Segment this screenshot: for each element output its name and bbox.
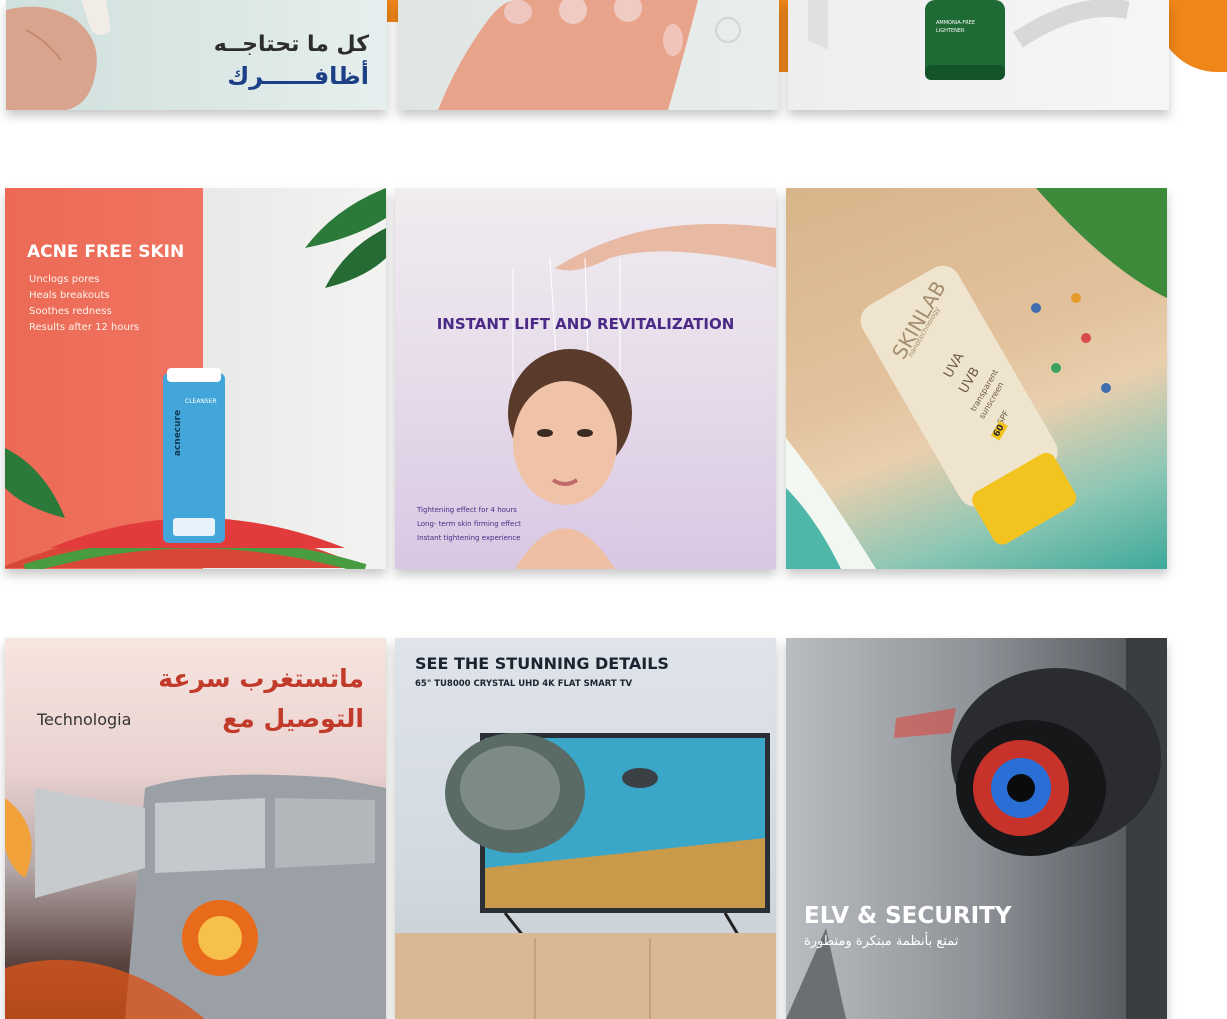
product-brand: acnecure (173, 409, 184, 457)
rocket-van-illustration (5, 774, 386, 1019)
benefit-line: Instant tightening experience (417, 534, 521, 542)
tile-headline-line2: التوصيل مع (222, 704, 364, 733)
lightener-bottle-illustration (808, 0, 1130, 80)
tv-turtle-illustration (395, 733, 776, 1019)
benefit-line: Long- term skin firming effect (417, 520, 521, 528)
portfolio-tile-fast-delivery[interactable]: ماتستغرب سرعة التوصيل مع Technologia (5, 638, 386, 1019)
portfolio-tile-instant-lift[interactable]: INSTANT LIFT AND REVITALIZATION Tighteni… (395, 188, 776, 569)
tile-headline: SEE THE STUNNING DETAILS (415, 654, 669, 673)
fingers-illustration (438, 0, 741, 110)
tile-headline: ACNE FREE SKIN (27, 242, 185, 262)
bottle-label-line2: LIGHTENER (936, 28, 965, 34)
tile-subtitle: تمتع بأنظمة مبتكرة ومتطورة (804, 934, 959, 949)
portfolio-tile-smart-tv[interactable]: SEE THE STUNNING DETAILS 65" TU8000 CRYS… (395, 638, 776, 1019)
hand-illustration (6, 0, 111, 110)
product-label: CLEANSER (185, 398, 217, 405)
portfolio-tile-sunscreen[interactable]: SKINLAB nanotechnology UVA UVB transpare… (786, 188, 1167, 569)
portfolio-tile-hair-lightener[interactable]: AMMONIA-FREE LIGHTENER (788, 0, 1169, 110)
benefit-line: Tightening effect for 4 hours (417, 506, 517, 514)
tile-headline: ELV & SECURITY (804, 903, 1012, 929)
benefit-line: Unclogs pores (29, 274, 100, 285)
orange-accent-strip (386, 0, 398, 22)
brand-name: Technologia (37, 710, 132, 729)
portfolio-tile-nails[interactable] (398, 0, 779, 110)
portfolio-tile-nails-arabic[interactable]: كل ما تحتاجــه أظافــــــرك (6, 0, 387, 110)
benefit-line: Soothes redness (29, 306, 112, 317)
security-camera-illustration (786, 638, 1167, 1019)
portfolio-tile-acne-free-skin[interactable]: ACNE FREE SKIN Unclogs pores Heals break… (5, 188, 386, 569)
tile-title-line1: كل ما تحتاجــه (213, 32, 369, 57)
tile-title-line2: أظافــــــرك (227, 62, 369, 90)
bottle-label-line1: AMMONIA-FREE (936, 20, 975, 26)
tile-headline: INSTANT LIFT AND REVITALIZATION (436, 315, 735, 333)
benefit-line: Results after 12 hours (29, 322, 140, 333)
tile-headline-line1: ماتستغرب سرعة (158, 664, 364, 693)
benefit-line: Heals breakouts (29, 290, 110, 301)
tile-subhead: 65" TU8000 CRYSTAL UHD 4K FLAT SMART TV (415, 679, 633, 689)
portfolio-tile-elv-security[interactable]: ELV & SECURITY تمتع بأنظمة مبتكرة ومتطور… (786, 638, 1167, 1019)
